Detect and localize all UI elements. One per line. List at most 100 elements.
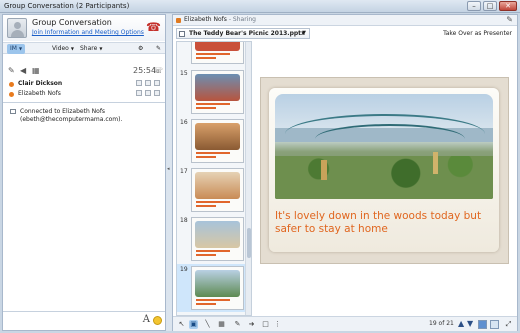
presentation-toolbar: ↖ ▣ ╲ ▦ ✎ ➜ □ ⋮ 19 of 21 ▲ ▼ ⤢ bbox=[173, 316, 517, 331]
mute-microphone-icon[interactable]: ✎ bbox=[8, 66, 15, 75]
thumbnail-caption-line bbox=[196, 156, 216, 158]
current-slide: It's lovely down in the woods today but … bbox=[260, 77, 509, 264]
annotation-tool-icon[interactable]: ▣ bbox=[189, 320, 198, 329]
slide-thumbnail-panel: 15 16 17 18 19 bbox=[176, 41, 252, 316]
thumbnail-image bbox=[195, 172, 240, 199]
join-info-link[interactable]: Join Information and Meeting Options bbox=[32, 29, 144, 36]
pen-tool-icon[interactable]: ✎ bbox=[233, 320, 242, 329]
conversation-pane: Group Conversation Join Information and … bbox=[2, 14, 166, 331]
sharing-status-bar: Elizabeth Nofs - Sharing ✎ bbox=[173, 15, 517, 26]
slide-number: 18 bbox=[180, 217, 188, 224]
maximize-button[interactable]: □ bbox=[483, 1, 497, 11]
avatar bbox=[7, 18, 27, 38]
slide-number: 16 bbox=[180, 119, 188, 126]
participant-status-icons bbox=[136, 80, 160, 86]
slide-counter: 19 of 21 bbox=[429, 320, 454, 327]
participant-status-icons bbox=[136, 90, 160, 96]
tab-share[interactable]: Share ▼ bbox=[77, 44, 105, 54]
emoticon-icon[interactable] bbox=[153, 316, 162, 325]
photo-trees bbox=[275, 156, 493, 199]
photo-tower bbox=[321, 160, 327, 180]
thumbnail-caption-line bbox=[196, 303, 216, 305]
photo-coaster bbox=[315, 124, 465, 154]
tab-video[interactable]: Video ▼ bbox=[49, 44, 77, 54]
slide-thumbnail[interactable]: 16 bbox=[177, 117, 246, 165]
scrollbar-thumb[interactable] bbox=[247, 228, 251, 258]
speaker-icon[interactable]: ◀ bbox=[20, 66, 26, 75]
video-icon bbox=[154, 80, 160, 86]
slide-thumbnail[interactable]: 18 bbox=[177, 215, 246, 263]
previous-slide-icon[interactable]: ▲ bbox=[458, 319, 464, 328]
window-controls: – □ ✕ bbox=[467, 1, 517, 11]
minimize-button[interactable]: – bbox=[467, 1, 481, 11]
slide-photo bbox=[275, 94, 493, 199]
participant-name: Clair Dickson bbox=[18, 80, 63, 87]
participant-row[interactable]: Elizabeth Nofs bbox=[3, 89, 165, 99]
conversation-tabs: IM ▼ Video ▼ Share ▼ ⚙ ✎ bbox=[3, 42, 165, 54]
close-button[interactable]: ✕ bbox=[499, 1, 517, 11]
participant-row[interactable]: Clair Dickson bbox=[3, 79, 165, 89]
message-input[interactable] bbox=[6, 315, 138, 328]
more-tools-icon[interactable]: ⋮ bbox=[273, 320, 282, 329]
system-message: Connected to Elizabeth Nofs (ebeth@theco… bbox=[20, 108, 123, 123]
pop-out-icon[interactable]: ✎ bbox=[506, 15, 513, 24]
rectangle-tool-icon[interactable]: □ bbox=[261, 320, 270, 329]
participant-name: Elizabeth Nofs bbox=[18, 90, 61, 97]
im-icon bbox=[136, 90, 142, 96]
presentation-bar: The Teddy Bear's Picnic 2013.pptx ▼ Take… bbox=[173, 27, 517, 40]
thumbnail-caption-line bbox=[196, 205, 216, 207]
shape-tool-icon[interactable]: ▦ bbox=[217, 320, 226, 329]
font-button[interactable]: A bbox=[143, 314, 150, 325]
presenter-label: Elizabeth Nofs - Sharing bbox=[184, 16, 256, 23]
video-icon bbox=[154, 90, 160, 96]
arrow-tool-icon[interactable]: ➜ bbox=[247, 320, 256, 329]
notes-view-icon[interactable] bbox=[490, 320, 499, 329]
next-slide-icon[interactable]: ▼ bbox=[467, 319, 473, 328]
take-over-presenter-button[interactable]: Take Over as Presenter bbox=[443, 30, 512, 37]
line-tool-icon[interactable]: ╲ bbox=[203, 320, 212, 329]
pptx-file-icon bbox=[179, 31, 185, 37]
presentation-file-name: The Teddy Bear's Picnic 2013.pptx bbox=[189, 30, 305, 37]
slide-number: 19 bbox=[180, 266, 188, 273]
slide-stage: It's lovely down in the woods today but … bbox=[257, 41, 515, 316]
pointer-tool-icon[interactable]: ↖ bbox=[177, 320, 186, 329]
hang-up-icon[interactable]: ☎ bbox=[146, 20, 161, 34]
presentation-file-select[interactable]: The Teddy Bear's Picnic 2013.pptx ▼ bbox=[176, 28, 310, 39]
photo-tower bbox=[433, 152, 438, 174]
slide-number: 17 bbox=[180, 168, 188, 175]
slide-content: It's lovely down in the woods today but … bbox=[269, 88, 499, 252]
thumbnail-caption-line bbox=[196, 103, 230, 105]
slide-thumbnail[interactable]: 15 bbox=[177, 68, 246, 116]
participant-list: Clair Dickson Elizabeth Nofs bbox=[3, 79, 165, 99]
fit-to-window-icon[interactable]: ⤢ bbox=[504, 320, 513, 329]
slide-thumbnail[interactable]: 17 bbox=[177, 166, 246, 214]
slide-caption: It's lovely down in the woods today but … bbox=[275, 210, 482, 235]
thumbnail-caption-line bbox=[196, 299, 230, 301]
thumbnail-preview bbox=[191, 119, 244, 163]
collapse-arrow-icon[interactable]: ◂ bbox=[167, 166, 170, 172]
dial-pad-icon[interactable]: ▦ bbox=[32, 66, 40, 75]
thumbnail-image bbox=[195, 74, 240, 101]
audio-icon bbox=[145, 80, 151, 86]
window-title: Group Conversation (2 Participants) bbox=[4, 2, 130, 10]
thumbnail-caption-line bbox=[196, 57, 216, 59]
phone-icon[interactable]: ☏ bbox=[153, 66, 163, 75]
thumbnail-preview bbox=[191, 266, 244, 310]
thumbnail-caption-line bbox=[196, 53, 230, 55]
chevron-down-icon: ▼ bbox=[302, 30, 306, 36]
thumbnail-caption-line bbox=[196, 201, 230, 203]
im-icon bbox=[136, 80, 142, 86]
slide-thumbnail[interactable] bbox=[177, 42, 246, 66]
conversation-header: Group Conversation Join Information and … bbox=[3, 15, 165, 41]
thumbnail-scrollbar[interactable] bbox=[245, 42, 251, 315]
divider bbox=[3, 102, 165, 103]
thumbnail-view-icon[interactable] bbox=[478, 320, 487, 329]
tab-im[interactable]: IM ▼ bbox=[7, 44, 26, 54]
slide-thumbnail-selected[interactable]: 19 bbox=[177, 264, 246, 312]
message-compose-area: A bbox=[3, 311, 165, 330]
thumbnail-caption-line bbox=[196, 254, 216, 256]
attachment-icon[interactable]: ✎ bbox=[153, 44, 164, 54]
presenter-presence-icon bbox=[176, 18, 181, 23]
thumbnail-preview bbox=[191, 70, 244, 114]
participants-menu-icon[interactable]: ⚙ bbox=[135, 44, 146, 54]
